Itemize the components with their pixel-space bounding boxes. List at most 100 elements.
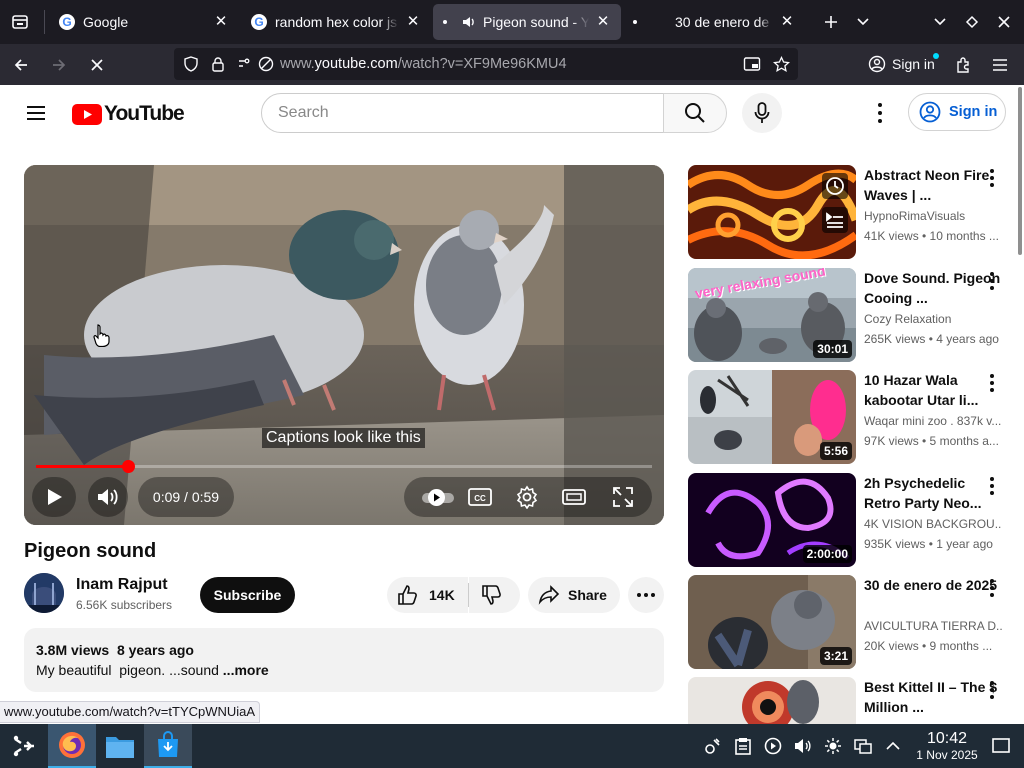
recommendation-menu-button[interactable] bbox=[984, 475, 1000, 497]
recommendation-item[interactable]: 5:56 10 Hazar Wala kabootar Utar li... W… bbox=[688, 370, 1008, 464]
share-button[interactable]: Share bbox=[528, 577, 620, 613]
picture-in-picture-icon[interactable] bbox=[743, 56, 761, 72]
clock-icon bbox=[826, 177, 844, 195]
tab-close-icon[interactable]: ✕ bbox=[595, 14, 611, 30]
play-button[interactable] bbox=[32, 477, 76, 517]
more-actions-button[interactable] bbox=[628, 577, 664, 613]
show-desktop-button[interactable] bbox=[986, 724, 1016, 768]
taskbar-firefox[interactable] bbox=[48, 724, 96, 768]
minimize-button[interactable] bbox=[924, 6, 956, 38]
taskbar-file-manager[interactable] bbox=[96, 724, 144, 768]
settings-kebab-button[interactable] bbox=[866, 101, 894, 125]
fullscreen-button[interactable] bbox=[612, 486, 634, 508]
recommendation-title[interactable]: 2h Psychedelic Retro Party Neo... bbox=[864, 473, 1002, 513]
tab-30-enero[interactable]: 30 de enero de 20 ✕ bbox=[623, 4, 805, 40]
shield-icon[interactable] bbox=[182, 55, 200, 73]
guide-menu-button[interactable] bbox=[20, 97, 52, 129]
subtitles-button[interactable]: CC bbox=[468, 487, 492, 507]
tray-media-player[interactable] bbox=[758, 724, 788, 768]
recommendation-item[interactable]: 2:00:00 2h Psychedelic Retro Party Neo..… bbox=[688, 473, 1008, 567]
network-icon bbox=[854, 739, 872, 754]
channel-avatar[interactable] bbox=[24, 573, 64, 613]
app-launcher-button[interactable] bbox=[0, 724, 48, 768]
video-player[interactable]: Captions look like this 0:09 / 0:59 CC bbox=[24, 165, 664, 525]
watch-later-button[interactable] bbox=[822, 173, 848, 199]
recommendation-title[interactable]: 10 Hazar Wala kabootar Utar li... bbox=[864, 370, 1002, 410]
tray-volume[interactable] bbox=[788, 724, 818, 768]
account-signin-button[interactable]: Sign in bbox=[862, 48, 942, 80]
description-box[interactable]: 3.8M views 8 years ago My beautiful pige… bbox=[24, 628, 664, 692]
stop-button[interactable] bbox=[80, 48, 114, 82]
forward-button[interactable] bbox=[42, 48, 76, 82]
tray-expand-button[interactable] bbox=[878, 724, 908, 768]
url-text[interactable]: www.youtube.com/watch?v=XF9Me96KMU4 bbox=[280, 56, 567, 72]
url-bar[interactable]: www.youtube.com/watch?v=XF9Me96KMU4 bbox=[174, 48, 798, 80]
tab-close-icon[interactable]: ✕ bbox=[779, 14, 795, 30]
video-thumbnail[interactable] bbox=[688, 677, 856, 724]
tab-pigeon-sound[interactable]: Pigeon sound - Yo ✕ bbox=[433, 4, 621, 40]
video-thumbnail[interactable]: 3:21 bbox=[688, 575, 856, 669]
add-to-queue-button[interactable] bbox=[822, 207, 848, 233]
taskbar-discover[interactable] bbox=[144, 724, 192, 768]
new-tab-button[interactable] bbox=[815, 6, 847, 38]
lock-icon[interactable] bbox=[210, 56, 226, 72]
autoplay-toggle[interactable] bbox=[422, 485, 454, 509]
voice-search-button[interactable] bbox=[742, 93, 782, 133]
app-menu-button[interactable] bbox=[986, 51, 1014, 79]
page-scrollbar[interactable] bbox=[1016, 85, 1024, 724]
bookmark-star-icon[interactable] bbox=[773, 55, 790, 73]
mute-button[interactable] bbox=[88, 477, 128, 517]
recommendation-title[interactable]: 30 de enero de 2025 bbox=[864, 575, 1002, 595]
app-launcher-icon bbox=[13, 735, 34, 757]
show-more-link[interactable]: ...more bbox=[223, 662, 269, 678]
recommendation-menu-button[interactable] bbox=[984, 270, 1000, 292]
permissions-icon[interactable] bbox=[238, 56, 256, 72]
tray-clipboard[interactable] bbox=[728, 724, 758, 768]
video-thumbnail[interactable]: 2:00:00 bbox=[688, 473, 856, 567]
youtube-logo[interactable]: YouTube bbox=[72, 102, 185, 125]
recommendation-menu-button[interactable] bbox=[984, 679, 1000, 701]
tab-google[interactable]: G Google ✕ bbox=[49, 4, 239, 40]
subscribe-button[interactable]: Subscribe bbox=[200, 577, 295, 613]
settings-button[interactable] bbox=[515, 485, 539, 510]
tab-close-icon[interactable]: ✕ bbox=[405, 14, 421, 30]
tab-hex-color[interactable]: G random hex color js - ✕ bbox=[241, 4, 431, 40]
autoplay-blocked-icon[interactable] bbox=[258, 56, 274, 72]
firefox-view-button[interactable] bbox=[0, 0, 40, 44]
search-button[interactable] bbox=[663, 93, 727, 133]
close-window-button[interactable] bbox=[988, 6, 1020, 38]
recommendation-item[interactable]: 3:21 30 de enero de 2025 AVICULTURA TIER… bbox=[688, 575, 1008, 669]
video-thumbnail[interactable]: very relaxing sound 30:01 bbox=[688, 268, 856, 362]
tray-brightness[interactable] bbox=[818, 724, 848, 768]
theater-mode-button[interactable] bbox=[562, 487, 586, 507]
recommendation-channel: AVICULTURA TIERRA D... bbox=[864, 619, 1002, 633]
tab-close-icon[interactable]: ✕ bbox=[213, 14, 229, 30]
youtube-signin-button[interactable]: Sign in bbox=[908, 93, 1006, 131]
back-button[interactable] bbox=[4, 48, 38, 82]
extensions-button[interactable] bbox=[950, 51, 978, 79]
recommendation-menu-button[interactable] bbox=[984, 577, 1000, 599]
scrollbar-thumb[interactable] bbox=[1018, 87, 1022, 255]
recommendation-title[interactable]: Best Kittel II – The $ Million ... bbox=[864, 677, 1002, 717]
recommendation-title[interactable]: Dove Sound. Pigeon Cooing ... bbox=[864, 268, 1002, 308]
video-thumbnail[interactable]: 5:56 bbox=[688, 370, 856, 464]
search-input[interactable]: Search bbox=[261, 93, 664, 133]
recommendation-menu-button[interactable] bbox=[984, 372, 1000, 394]
maximize-button[interactable] bbox=[956, 6, 988, 38]
tray-network[interactable] bbox=[848, 724, 878, 768]
recommendation-item[interactable]: very relaxing sound 30:01 Dove Sound. Pi… bbox=[688, 268, 1008, 362]
video-thumbnail[interactable] bbox=[688, 165, 856, 259]
speaker-icon[interactable] bbox=[461, 14, 477, 30]
recommendation-title[interactable]: Abstract Neon Fire Waves | ... bbox=[864, 165, 1002, 205]
recommendation-menu-button[interactable] bbox=[984, 167, 1000, 189]
recommendation-item[interactable]: Abstract Neon Fire Waves | ... HypnoRima… bbox=[688, 165, 1008, 259]
clock[interactable]: 10:42 1 Nov 2025 bbox=[912, 724, 982, 768]
like-button[interactable]: 14K bbox=[387, 577, 468, 613]
share-label: Share bbox=[568, 587, 607, 603]
recommendation-item[interactable]: Best Kittel II – The $ Million ... bbox=[688, 677, 1008, 724]
list-all-tabs-button[interactable] bbox=[847, 6, 879, 38]
account-icon bbox=[868, 55, 886, 73]
tray-audio-switch[interactable] bbox=[698, 724, 728, 768]
dislike-button[interactable] bbox=[469, 577, 520, 613]
channel-name[interactable]: Inam Rajput bbox=[76, 576, 168, 594]
